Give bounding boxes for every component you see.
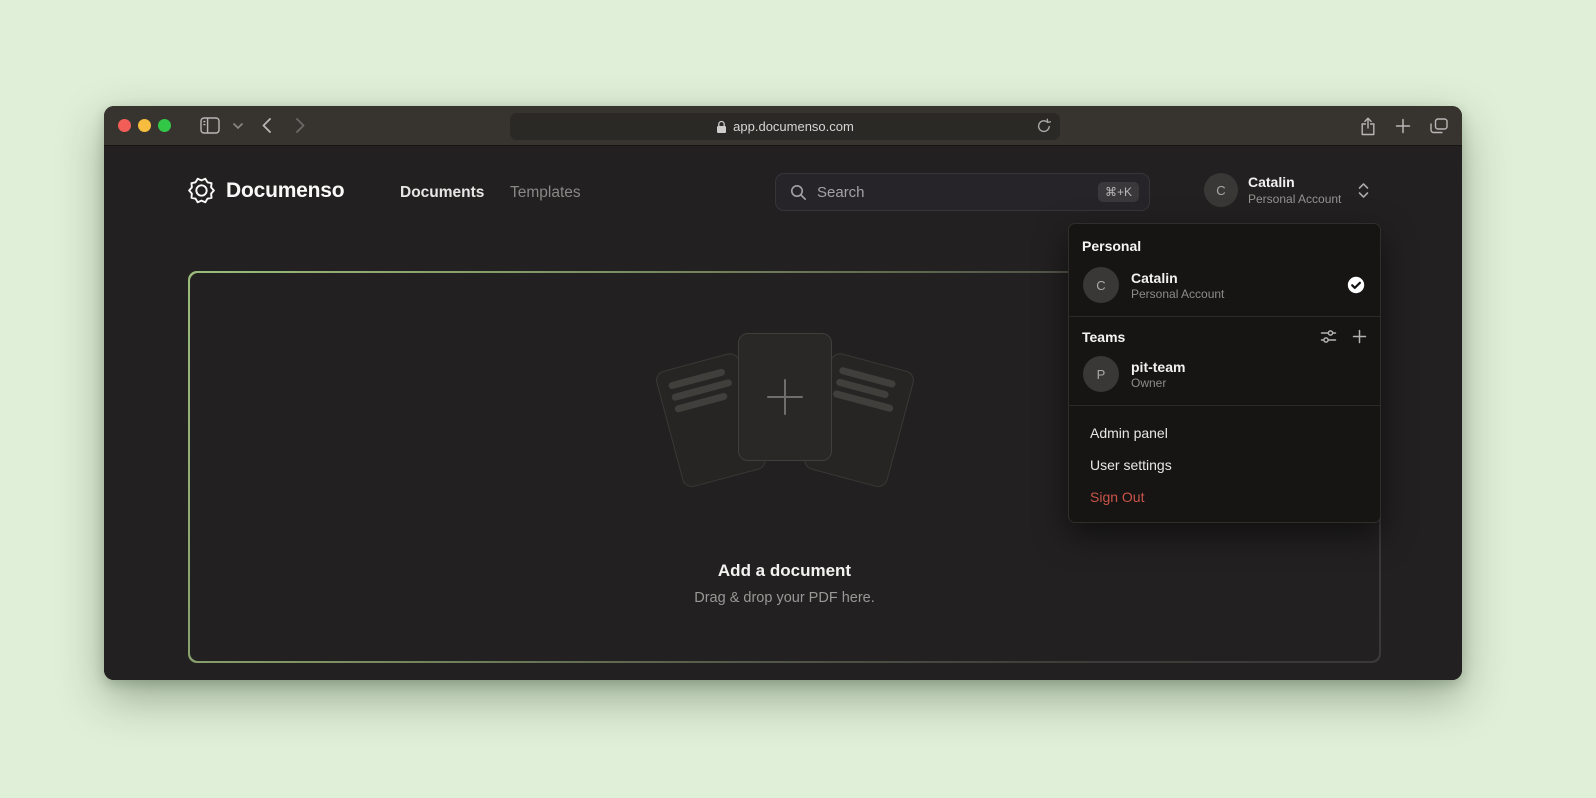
team-avatar: P xyxy=(1083,356,1119,392)
menu-item-sign-out[interactable]: Sign Out xyxy=(1082,481,1367,513)
account-menu-button[interactable]: C Catalin Personal Account xyxy=(1204,173,1370,207)
traffic-lights xyxy=(118,119,171,132)
documents-illustration xyxy=(670,321,900,539)
create-team-plus-icon[interactable] xyxy=(1352,329,1367,344)
team-role: Owner xyxy=(1131,376,1185,390)
sidebar-toggle-icon[interactable] xyxy=(195,113,225,139)
lock-icon xyxy=(716,120,727,134)
search-shortcut-badge: ⌘+K xyxy=(1098,182,1139,202)
personal-avatar: C xyxy=(1083,267,1119,303)
search-icon xyxy=(790,184,807,201)
dropzone-title: Add a document xyxy=(718,561,851,581)
account-name: Catalin xyxy=(1248,174,1341,192)
personal-name: Catalin xyxy=(1131,269,1224,287)
nav-tab-templates[interactable]: Templates xyxy=(510,184,581,202)
close-window-button[interactable] xyxy=(118,119,131,132)
illustration-card-add xyxy=(738,333,832,461)
plus-icon xyxy=(762,374,808,420)
back-button[interactable] xyxy=(251,113,281,139)
divider xyxy=(1069,316,1380,317)
divider xyxy=(1069,405,1380,406)
chevrons-up-down-icon xyxy=(1357,182,1370,199)
forward-button[interactable] xyxy=(285,113,315,139)
menu-item-user-settings[interactable]: User settings xyxy=(1082,449,1367,481)
minimize-window-button[interactable] xyxy=(138,119,151,132)
brand-name: Documenso xyxy=(226,179,344,203)
personal-subtitle: Personal Account xyxy=(1131,287,1224,301)
sidebar-chevron-down-icon[interactable] xyxy=(229,113,247,139)
nav-tab-documents[interactable]: Documents xyxy=(400,184,484,202)
personal-section-label: Personal xyxy=(1082,238,1367,254)
documenso-logo[interactable]: Documenso xyxy=(188,177,344,204)
account-avatar: C xyxy=(1204,173,1238,207)
documenso-app: Documenso Documents Templates Search ⌘+K… xyxy=(104,147,1462,680)
account-subtitle: Personal Account xyxy=(1248,192,1341,206)
account-dropdown-menu: Personal C Catalin Personal Account Team xyxy=(1068,223,1381,523)
search-input[interactable]: Search ⌘+K xyxy=(775,173,1150,211)
documenso-seal-icon xyxy=(188,177,215,204)
browser-window: app.documenso.com xyxy=(104,106,1462,680)
address-bar[interactable]: app.documenso.com xyxy=(510,113,1060,140)
tab-overview-icon[interactable] xyxy=(1430,118,1448,134)
zoom-window-button[interactable] xyxy=(158,119,171,132)
teams-section-label: Teams xyxy=(1082,329,1305,345)
team-item-pit-team[interactable]: P pit-team Owner xyxy=(1082,354,1367,394)
check-circle-icon xyxy=(1346,275,1366,295)
url-text: app.documenso.com xyxy=(733,119,854,134)
menu-item-admin-panel[interactable]: Admin panel xyxy=(1082,417,1367,449)
search-placeholder: Search xyxy=(817,184,1088,201)
dropzone-subtitle: Drag & drop your PDF here. xyxy=(694,590,875,606)
reload-icon[interactable] xyxy=(1037,118,1051,134)
team-name: pit-team xyxy=(1131,358,1185,376)
manage-teams-icon[interactable] xyxy=(1320,328,1337,345)
share-icon[interactable] xyxy=(1360,117,1376,136)
browser-titlebar: app.documenso.com xyxy=(104,106,1462,146)
new-tab-icon[interactable] xyxy=(1395,118,1411,134)
personal-account-item[interactable]: C Catalin Personal Account xyxy=(1082,265,1367,305)
